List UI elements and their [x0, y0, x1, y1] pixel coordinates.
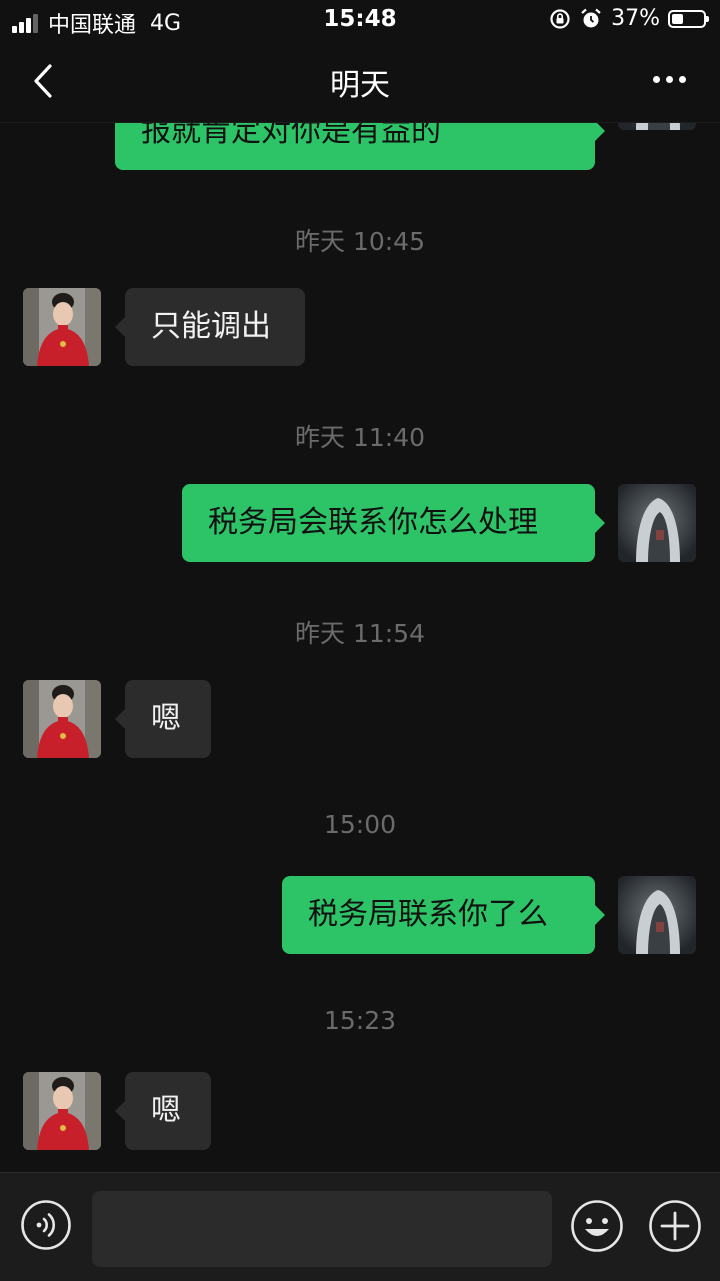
- rotation-lock-icon: [550, 8, 570, 29]
- self-avatar[interactable]: [618, 484, 696, 562]
- timestamp: 昨天 11:40: [295, 423, 425, 452]
- message-text: 税务局联系你了么: [308, 897, 548, 932]
- chat-header: 明天: [0, 40, 720, 123]
- alarm-icon: [581, 8, 601, 27]
- message-input[interactable]: [92, 1191, 552, 1267]
- message-bubble-incoming[interactable]: 嗯: [115, 680, 211, 758]
- timestamp: 昨天 10:45: [295, 227, 425, 256]
- message-bubble-incoming[interactable]: 只能调出: [115, 288, 305, 366]
- battery-icon: [668, 9, 709, 28]
- timestamp: 15:23: [323, 1006, 397, 1035]
- more-dots-icon[interactable]: [647, 76, 686, 83]
- status-bar: 中国联通 4G 15:48 37%: [0, 0, 720, 40]
- timestamp: 昨天 11:54: [295, 619, 425, 648]
- contact-avatar[interactable]: [23, 288, 101, 366]
- message-bubble-incoming[interactable]: 嗯: [115, 1072, 211, 1150]
- self-avatar[interactable]: [618, 876, 696, 954]
- message-text: 只能调出: [151, 309, 271, 344]
- emoji-icon[interactable]: [570, 1199, 624, 1253]
- plus-icon[interactable]: [648, 1199, 702, 1253]
- contact-avatar[interactable]: [23, 680, 101, 758]
- chat-area[interactable]: 报就肯定对你是有益的 昨天 10:45 只能调出 昨天 11:40 税务局会联系…: [0, 0, 720, 1172]
- battery-percent: 37%: [611, 6, 660, 31]
- message-text: 税务局会联系你怎么处理: [208, 505, 538, 540]
- chat-title: 明天: [330, 68, 390, 103]
- message-text: 嗯: [151, 1093, 181, 1128]
- message-bubble-outgoing[interactable]: 税务局联系你了么: [282, 876, 605, 954]
- voice-icon[interactable]: [20, 1199, 72, 1251]
- input-bar: [0, 1172, 720, 1281]
- message-bubble-outgoing[interactable]: 税务局会联系你怎么处理: [182, 484, 605, 562]
- message-text: 嗯: [151, 701, 181, 736]
- contact-avatar[interactable]: [23, 1072, 101, 1150]
- timestamp: 15:00: [323, 810, 397, 839]
